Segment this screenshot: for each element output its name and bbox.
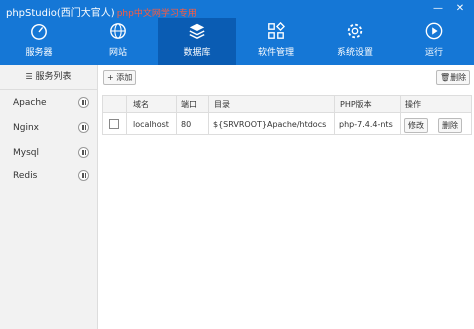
delete-button[interactable]: 🗑删除: [436, 70, 471, 85]
edit-button[interactable]: 修改: [404, 118, 428, 133]
dashboard-icon: [31, 23, 47, 40]
service-name: Apache: [13, 98, 47, 108]
sidebar-header-label: 服务列表: [35, 72, 72, 82]
tab-label: 软件管理: [257, 48, 294, 58]
trash-icon: 🗑: [440, 73, 451, 82]
pause-icon[interactable]: [78, 170, 89, 181]
add-button[interactable]: + 添加: [103, 70, 137, 85]
play-icon: [425, 22, 443, 40]
service-sidebar: ☰ 服务列表 Apache Nginx Mysql Redis: [0, 65, 98, 329]
tab-label: 运行: [424, 48, 443, 58]
tab-website[interactable]: 网站: [79, 18, 157, 65]
tab-software[interactable]: 软件管理: [237, 18, 315, 65]
column-header-directory: 目录: [214, 100, 230, 109]
service-name: Redis: [13, 171, 38, 181]
port-cell: 80: [181, 120, 192, 129]
plus-icon: +: [107, 73, 114, 82]
tab-run[interactable]: 运行: [395, 18, 473, 65]
column-header-domain: 域名: [133, 100, 149, 109]
apps-grid-icon: [268, 22, 285, 39]
column-header-actions: 操作: [405, 100, 421, 109]
service-name: Nginx: [13, 123, 39, 133]
row-checkbox[interactable]: [109, 119, 119, 129]
divider: [126, 95, 127, 135]
close-button[interactable]: ✕: [452, 2, 468, 16]
pause-icon[interactable]: [78, 147, 89, 158]
top-toolbar: phpStudio(西门大官人) php中文网学习专用 — ✕ 服务器 网站 数据…: [0, 0, 474, 65]
gear-icon: [347, 23, 363, 39]
window-title: phpStudio(西门大官人) php中文网学习专用: [6, 4, 197, 19]
column-header-php: PHP版本: [340, 100, 372, 109]
tab-label: 服务器: [25, 48, 53, 58]
directory-cell: ${SRVROOT}Apache/htdocs: [213, 120, 327, 129]
php-version-cell: php-7.4.4-nts: [339, 120, 393, 129]
tab-label: 系统设置: [336, 48, 373, 58]
list-icon: ☰: [25, 72, 33, 81]
divider: [208, 95, 209, 135]
pause-icon[interactable]: [78, 122, 89, 133]
divider: [400, 95, 401, 135]
add-label: 添加: [116, 73, 133, 82]
column-header-port: 端口: [181, 100, 197, 109]
pause-icon[interactable]: [78, 97, 89, 108]
service-name: Mysql: [13, 148, 39, 158]
row-delete-button[interactable]: 删除: [438, 118, 462, 133]
database-layers-icon: [189, 23, 205, 40]
sidebar-item-nginx[interactable]: Nginx: [0, 118, 97, 138]
tab-label: 网站: [108, 48, 127, 58]
sidebar-item-redis[interactable]: Redis: [0, 166, 97, 186]
divider: [176, 95, 177, 135]
tab-settings[interactable]: 系统设置: [316, 18, 394, 65]
sidebar-item-apache[interactable]: Apache: [0, 93, 97, 113]
tab-database[interactable]: 数据库: [158, 18, 236, 65]
delete-label: 删除: [450, 73, 467, 82]
tab-label: 数据库: [183, 48, 211, 58]
tab-server[interactable]: 服务器: [0, 18, 78, 65]
sidebar-item-mysql[interactable]: Mysql: [0, 143, 97, 163]
domain-cell: localhost: [133, 120, 169, 129]
minimize-button[interactable]: —: [430, 2, 446, 16]
globe-icon: [110, 23, 126, 39]
sidebar-header: ☰ 服务列表: [0, 65, 97, 90]
divider: [334, 95, 335, 135]
